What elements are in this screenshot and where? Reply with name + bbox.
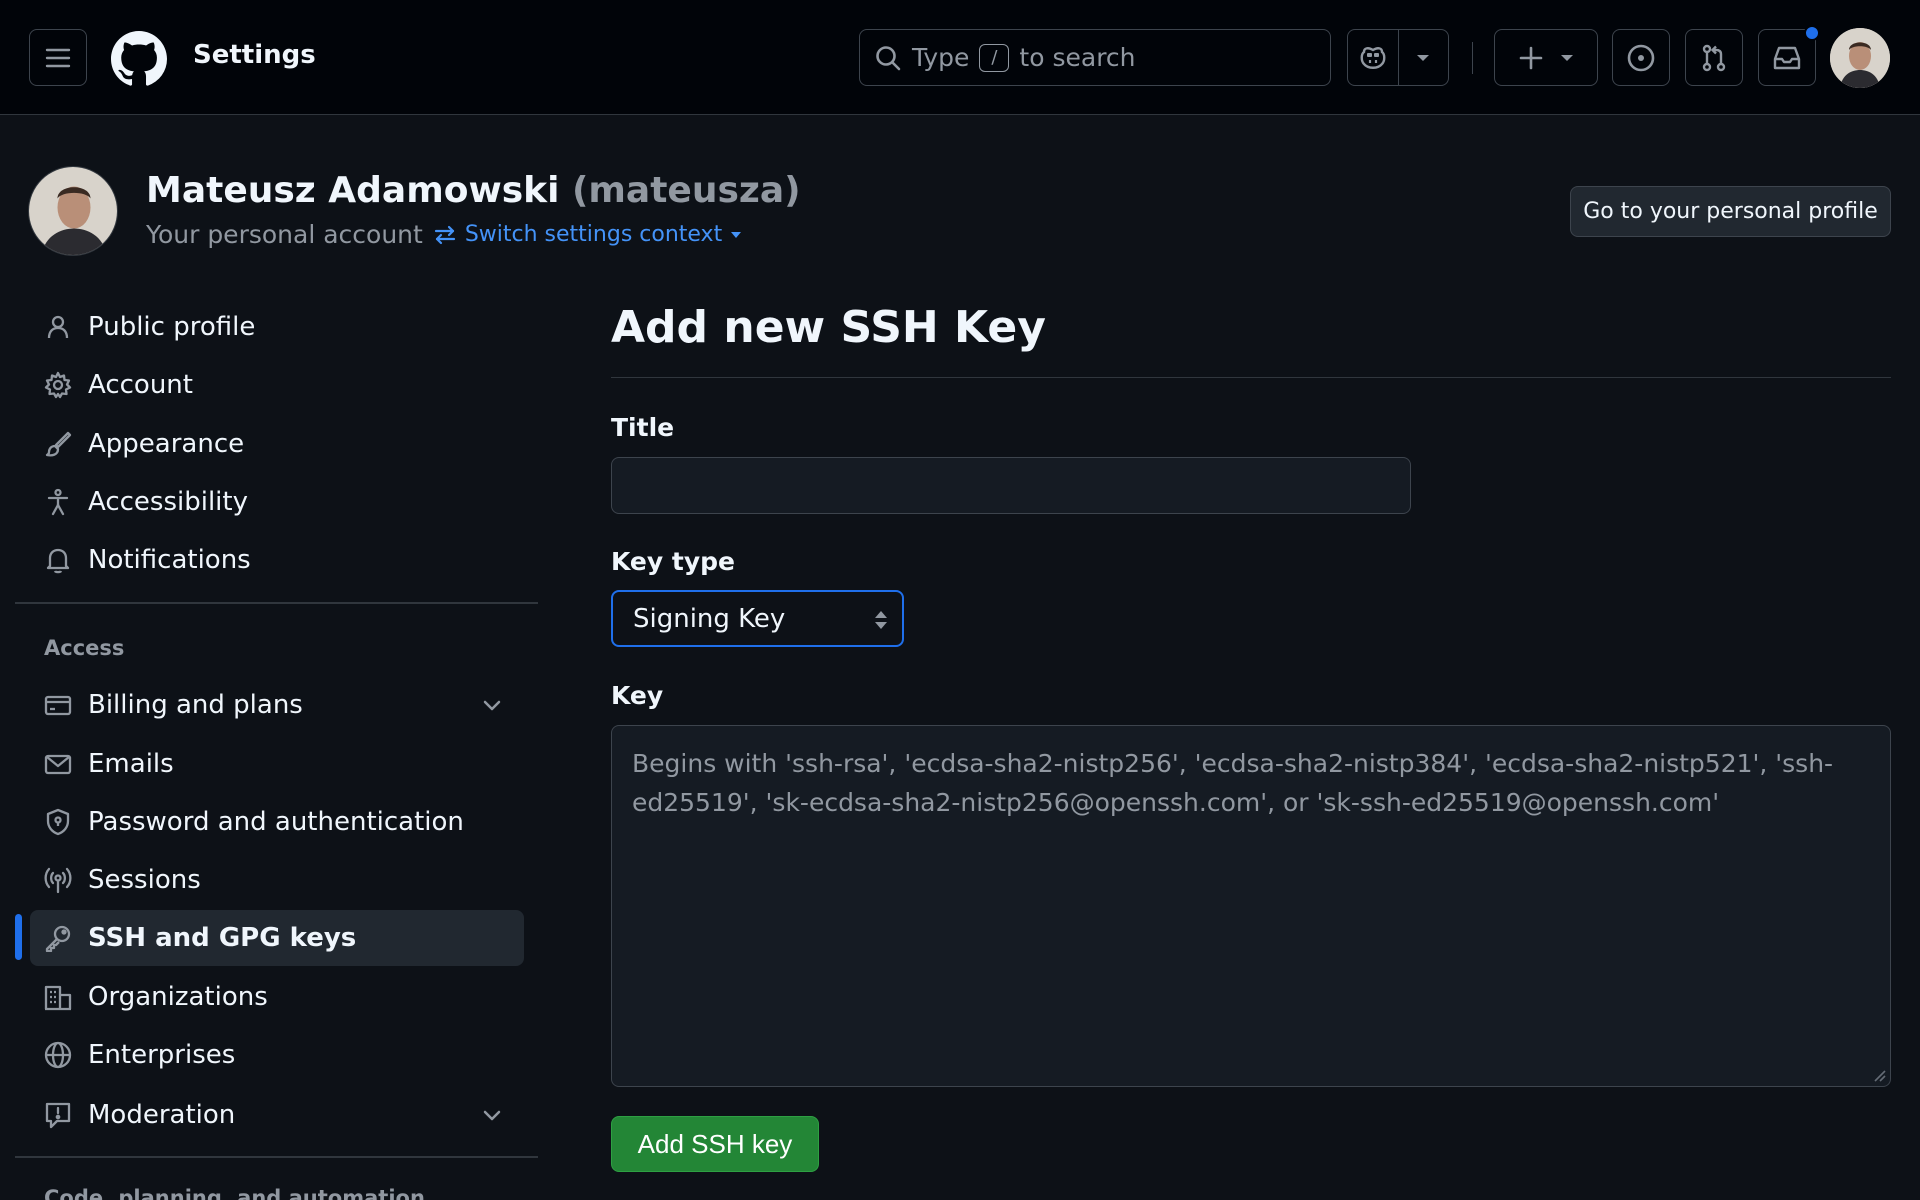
sidebar-divider [15, 1156, 538, 1158]
sidebar-item-label: Account [88, 370, 193, 400]
sidebar-item-emails[interactable]: Emails [30, 736, 524, 792]
sidebar-item-ssh-and-gpg-keys[interactable]: SSH and GPG keys [30, 910, 524, 966]
account-avatar [28, 166, 118, 256]
broadcast-icon [44, 866, 72, 894]
key-type-label: Key type [611, 547, 735, 576]
sidebar-item-label: Accessibility [88, 487, 248, 517]
sidebar-item-organizations[interactable]: Organizations [30, 969, 524, 1025]
shield-lock-icon [44, 808, 72, 836]
search-icon [874, 44, 902, 72]
sidebar-item-billing-and-plans[interactable]: Billing and plans [30, 677, 524, 733]
mail-icon [44, 750, 72, 778]
key-icon [44, 924, 72, 952]
copilot-icon [1358, 44, 1388, 72]
caret-down-icon [730, 231, 742, 239]
sidebar-item-appearance[interactable]: Appearance [30, 416, 524, 472]
sidebar-item-label: Moderation [88, 1100, 236, 1130]
unread-indicator [1804, 25, 1820, 41]
copilot-button-group [1347, 29, 1449, 86]
organization-icon [44, 983, 72, 1011]
globe-icon [44, 1041, 72, 1069]
sidebar-section-heading: Access [44, 636, 125, 660]
sidebar-section-heading: Code, planning, and automation [44, 1186, 425, 1200]
title-field-label: Title [611, 413, 675, 442]
add-ssh-key-button[interactable]: Add SSH key [611, 1116, 819, 1172]
git-pull-request-icon [1699, 43, 1729, 73]
key-type-selected-value: Signing Key [633, 603, 786, 634]
global-header: Settings Type / to search [0, 0, 1920, 115]
go-to-personal-profile-button[interactable]: Go to your personal profile [1570, 186, 1891, 237]
switch-settings-context-link[interactable]: Switch settings context [433, 222, 742, 247]
chevron-down-icon[interactable] [478, 691, 506, 719]
person-icon [44, 313, 72, 341]
switch-settings-context-label: Switch settings context [464, 222, 723, 247]
sidebar-item-label: Password and authentication [88, 807, 464, 837]
sidebar-item-password-and-authentication[interactable]: Password and authentication [30, 794, 524, 850]
arrow-switch-icon [433, 224, 457, 246]
sidebar-item-public-profile[interactable]: Public profile [30, 299, 524, 355]
page-title: Add new SSH Key [611, 302, 1046, 353]
issue-opened-icon [1626, 43, 1656, 73]
pull-requests-button[interactable] [1685, 29, 1743, 86]
account-subtitle-row: Your personal account Switch settings co… [146, 220, 742, 249]
sidebar-divider [15, 602, 538, 604]
title-divider [611, 377, 1891, 378]
menu-button[interactable] [29, 29, 87, 86]
sidebar-item-label: Emails [88, 749, 174, 779]
plus-icon [1518, 45, 1544, 71]
credit-card-icon [44, 691, 72, 719]
sidebar-item-label: Notifications [88, 545, 251, 575]
title-field[interactable] [611, 457, 1411, 514]
sidebar-item-label: Sessions [88, 865, 201, 895]
key-textarea-placeholder: Begins with 'ssh-rsa', 'ecdsa-sha2-nistp… [632, 749, 1834, 817]
select-arrows-icon [874, 610, 888, 630]
sidebar-item-account[interactable]: Account [30, 357, 524, 413]
account-type-label: Your personal account [146, 220, 423, 249]
search-shortcut-key: / [979, 43, 1010, 72]
page-context-title[interactable]: Settings [193, 40, 316, 70]
sidebar-item-label: Appearance [88, 429, 245, 459]
sidebar-item-label: Enterprises [88, 1040, 236, 1070]
sidebar-item-label: SSH and GPG keys [88, 923, 357, 953]
inbox-icon [1772, 43, 1802, 73]
sidebar-item-enterprises[interactable]: Enterprises [30, 1027, 524, 1083]
issues-button[interactable] [1612, 29, 1670, 86]
account-login: (mateusza) [571, 170, 801, 211]
sidebar-item-notifications[interactable]: Notifications [30, 532, 524, 588]
sidebar-item-label: Public profile [88, 312, 256, 342]
sidebar-item-sessions[interactable]: Sessions [30, 852, 524, 908]
github-logo-icon[interactable] [111, 31, 167, 87]
copilot-button[interactable] [1348, 30, 1398, 85]
sidebar-item-accessibility[interactable]: Accessibility [30, 474, 524, 530]
copilot-menu-button[interactable] [1397, 30, 1449, 85]
report-icon [44, 1101, 72, 1129]
key-textarea[interactable]: Begins with 'ssh-rsa', 'ecdsa-sha2-nistp… [611, 725, 1891, 1087]
caret-down-icon [1560, 53, 1574, 63]
account-display-name: Mateusz Adamowski (mateusza) [146, 170, 801, 211]
sidebar-item-moderation[interactable]: Moderation [30, 1087, 524, 1143]
paintbrush-icon [44, 430, 72, 458]
bell-icon [44, 546, 72, 574]
search-suffix: to search [1019, 43, 1136, 72]
gear-icon [44, 371, 72, 399]
search-input[interactable]: Type / to search [859, 29, 1331, 86]
key-type-select[interactable]: Signing Key [611, 590, 904, 647]
chevron-down-icon[interactable] [478, 1101, 506, 1129]
hamburger-icon [45, 47, 71, 69]
search-prefix: Type [912, 43, 970, 72]
account-full-name: Mateusz Adamowski [146, 170, 560, 211]
sidebar-item-label: Organizations [88, 982, 268, 1012]
header-divider [1472, 42, 1473, 74]
resize-handle-icon[interactable] [1872, 1068, 1886, 1082]
sidebar-item-label: Billing and plans [88, 690, 303, 720]
user-avatar[interactable] [1830, 28, 1890, 88]
create-new-button[interactable] [1494, 29, 1598, 86]
key-field-label: Key [611, 681, 664, 710]
accessibility-icon [44, 488, 72, 516]
caret-down-icon [1416, 53, 1430, 63]
active-item-indicator [15, 914, 22, 960]
